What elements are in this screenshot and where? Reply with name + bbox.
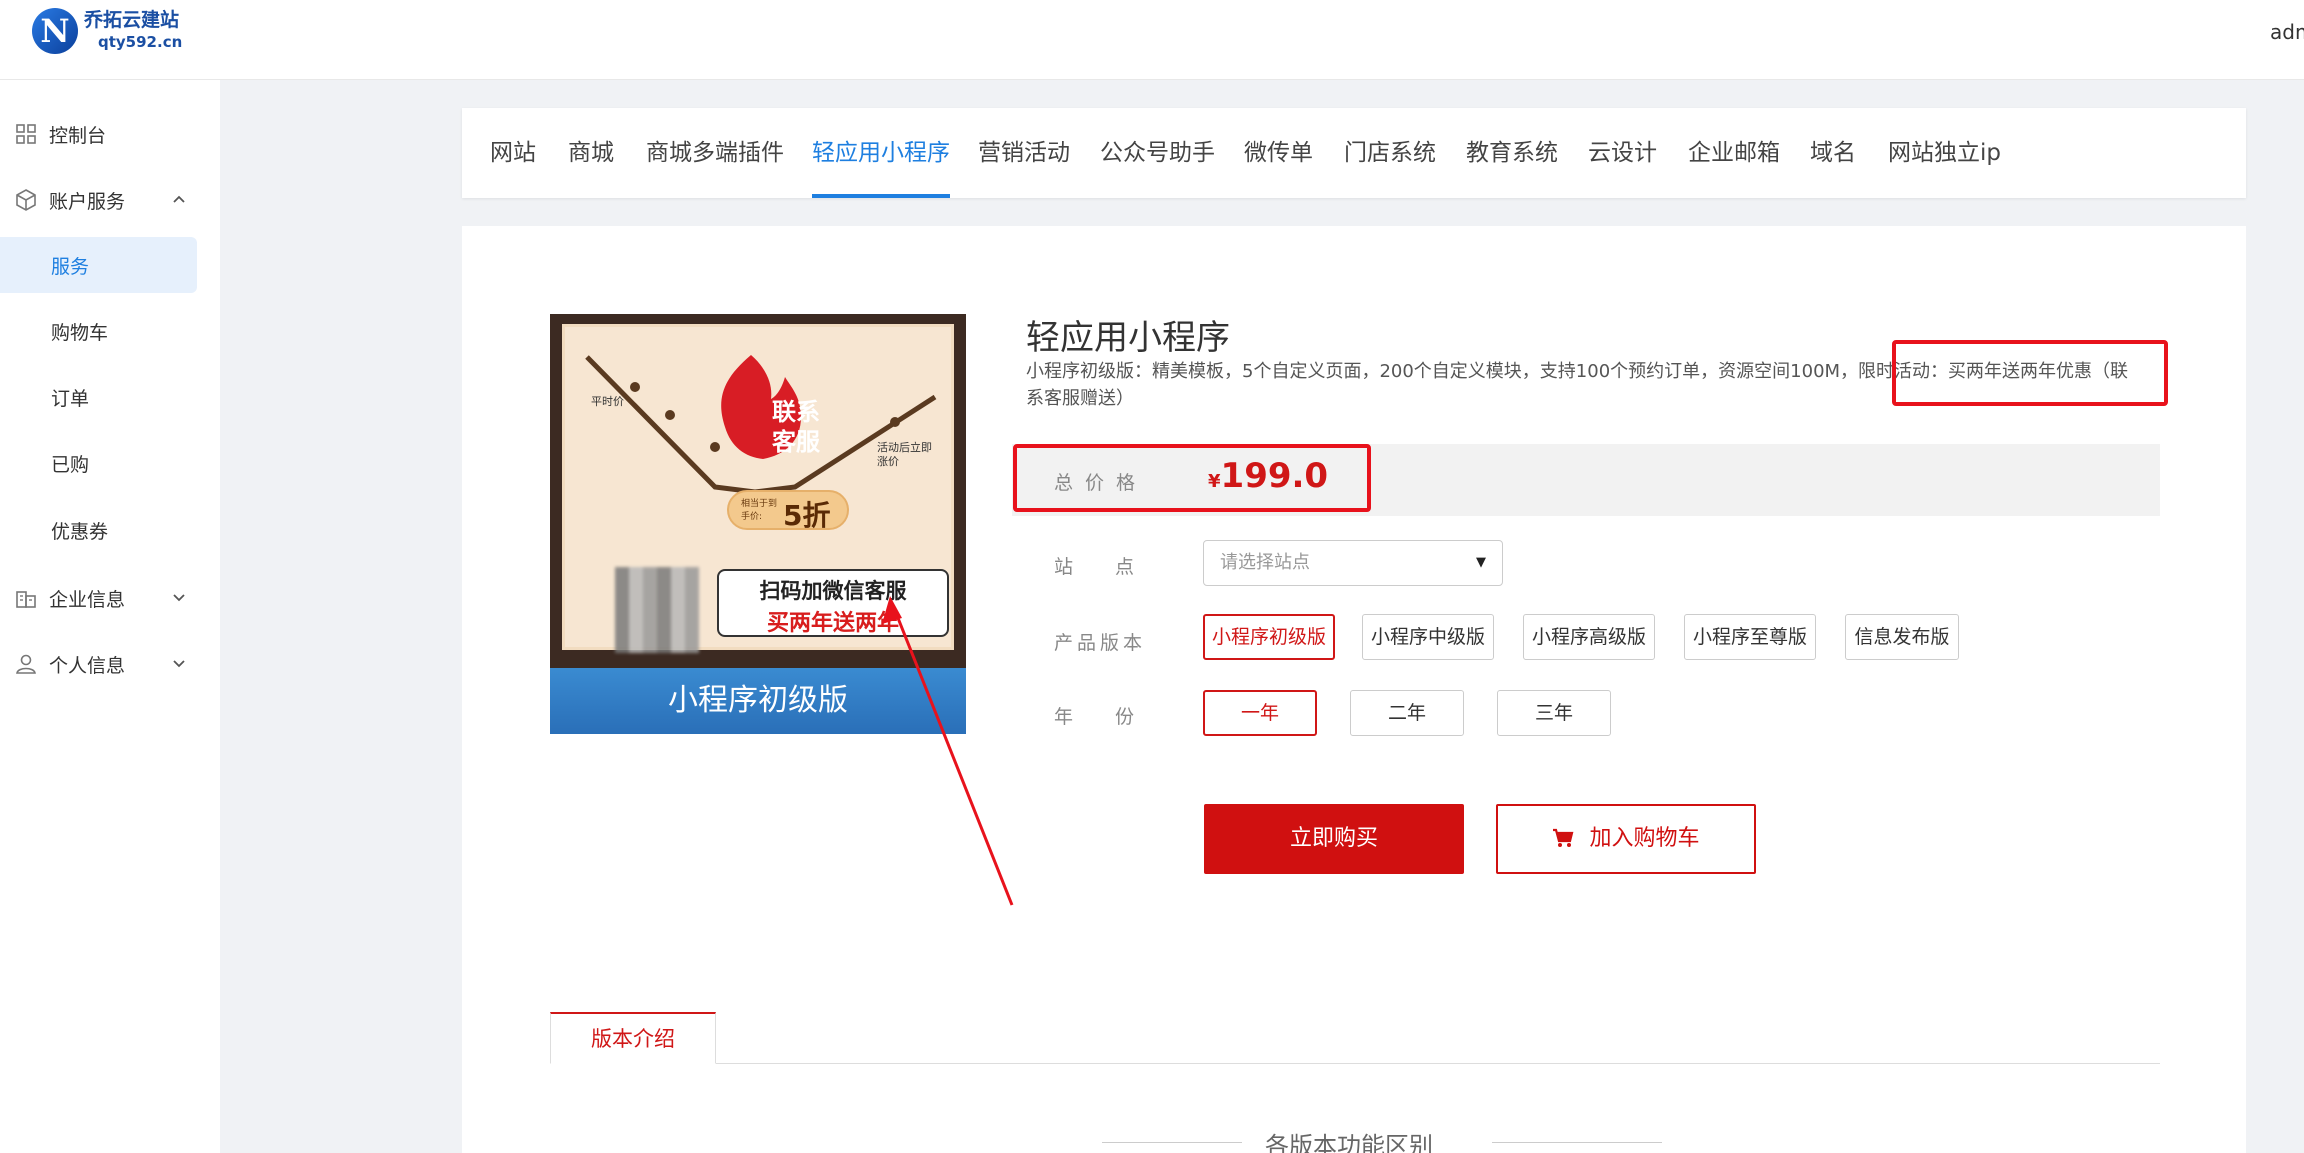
product-title: 轻应用小程序 [1026, 318, 1230, 358]
tab-mall-plugin[interactable]: 商城多端插件 [646, 108, 784, 198]
sidebar-item-company-info[interactable]: 企业信息 [0, 570, 220, 626]
chevron-up-icon [172, 192, 186, 208]
sidebar-item-label: 账户服务 [49, 190, 126, 213]
version-option-basic[interactable]: 小程序初级版 [1203, 614, 1335, 660]
year-label: 年份 [1054, 706, 1177, 728]
price-box: 总价格 ¥199.0 [1012, 444, 2160, 516]
logo-domain: qty592.cn [98, 33, 183, 51]
tab-store-system[interactable]: 门店系统 [1344, 108, 1436, 198]
logo[interactable]: N 乔拓云建站 qty592.cn [32, 8, 182, 54]
grid-icon [13, 123, 39, 145]
cart-icon [1552, 826, 1589, 851]
chevron-down-icon [172, 656, 186, 672]
tab-official-account[interactable]: 公众号助手 [1100, 108, 1215, 198]
sidebar-item-label: 个人信息 [49, 654, 126, 677]
site-select[interactable]: 请选择站点 ▼ [1203, 540, 1503, 586]
building-icon [13, 586, 39, 610]
divider [550, 1063, 2160, 1064]
product-description: 小程序初级版：精美模板，5个自定义页面，200个自定义模块，支持100个预约订单… [1026, 361, 2129, 409]
wechat-bubble: 扫码加微信客服 买两年送两年 [717, 569, 949, 637]
chevron-down-icon [172, 590, 186, 606]
top-header: N 乔拓云建站 qty592.cn adm [0, 0, 2304, 80]
sidebar-item-purchased[interactable]: 已购 [0, 435, 197, 491]
price-label: 总价格 [1054, 472, 1148, 494]
sidebar-item-services[interactable]: 服务 [0, 237, 197, 293]
version-option-intermediate[interactable]: 小程序中级版 [1362, 614, 1494, 660]
user-icon [13, 652, 39, 676]
product-image-banner: 小程序初级版 [550, 668, 966, 734]
site-label: 站点 [1054, 556, 1177, 578]
section-title: 各版本功能区别 [1265, 1132, 1433, 1153]
tab-dedicated-ip[interactable]: 网站独立ip [1888, 108, 2001, 198]
tab-cloud-design[interactable]: 云设计 [1588, 108, 1657, 198]
tab-mall[interactable]: 商城 [568, 108, 614, 198]
buy-now-button[interactable]: 立即购买 [1204, 804, 1464, 874]
caret-down-icon: ▼ [1476, 555, 1486, 570]
product-tabs: 网站 商城 商城多端插件 轻应用小程序 营销活动 公众号助手 微传单 门店系统 … [462, 108, 2246, 198]
price-value: ¥199.0 [1208, 456, 1329, 496]
tab-version-intro[interactable]: 版本介绍 [550, 1012, 716, 1064]
year-option-1[interactable]: 一年 [1203, 690, 1317, 736]
sidebar-item-label: 控制台 [49, 124, 107, 147]
after-activity-label: 活动后立即涨价 [877, 441, 932, 468]
tab-marketing[interactable]: 营销活动 [978, 108, 1070, 198]
sidebar-item-orders[interactable]: 订单 [0, 369, 197, 425]
user-name[interactable]: adm [2270, 20, 2304, 44]
version-option-advanced[interactable]: 小程序高级版 [1523, 614, 1655, 660]
logo-icon: N [32, 8, 78, 54]
sidebar: 控制台 账户服务 服务 购物车 订单 已购 优惠券 企业信息 个人信息 [0, 80, 220, 1153]
version-label: 产品版本 [1054, 632, 1147, 654]
product-image: 联系客服 平时价 活动后立即涨价 相当于到手价: 5折 扫码加微信客服 买两年送… [550, 314, 966, 734]
tab-mini-program[interactable]: 轻应用小程序 [812, 108, 950, 198]
sidebar-item-personal-info[interactable]: 个人信息 [0, 636, 220, 692]
version-option-premium[interactable]: 小程序至尊版 [1684, 614, 1816, 660]
flame-text: 联系客服 [772, 398, 820, 456]
tab-website[interactable]: 网站 [490, 108, 536, 198]
discount-badge: 相当于到手价: 5折 [727, 490, 849, 532]
add-to-cart-button[interactable]: 加入购物车 [1496, 804, 1756, 874]
tab-domain[interactable]: 域名 [1810, 108, 1856, 198]
logo-name: 乔拓云建站 [84, 9, 180, 31]
year-option-2[interactable]: 二年 [1350, 690, 1464, 736]
sidebar-item-label: 企业信息 [49, 588, 126, 611]
divider [1492, 1142, 1662, 1143]
sidebar-item-coupons[interactable]: 优惠券 [0, 502, 197, 558]
version-option-info[interactable]: 信息发布版 [1845, 614, 1959, 660]
sidebar-item-account-services[interactable]: 账户服务 [0, 172, 220, 228]
tab-education[interactable]: 教育系统 [1466, 108, 1558, 198]
divider [1102, 1142, 1242, 1143]
tab-micro-flyer[interactable]: 微传单 [1244, 108, 1313, 198]
normal-price-label: 平时价 [591, 395, 624, 408]
year-option-3[interactable]: 三年 [1497, 690, 1611, 736]
tab-enterprise-mail[interactable]: 企业邮箱 [1688, 108, 1780, 198]
qr-code [615, 567, 699, 653]
product-content: 联系客服 平时价 活动后立即涨价 相当于到手价: 5折 扫码加微信客服 买两年送… [462, 226, 2246, 1153]
sidebar-item-cart[interactable]: 购物车 [0, 303, 197, 359]
cube-icon [13, 188, 39, 212]
sidebar-item-console[interactable]: 控制台 [0, 106, 220, 162]
